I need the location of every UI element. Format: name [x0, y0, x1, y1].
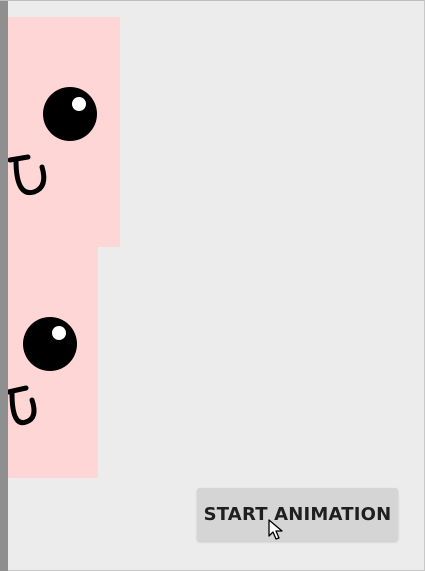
window-left-edge — [0, 1, 8, 571]
mouse-pointer-icon — [268, 519, 283, 540]
start-animation-button[interactable]: START ANIMATION — [197, 488, 398, 541]
face-tile-1 — [8, 17, 120, 247]
cartoon-face-icon — [8, 87, 97, 196]
app-screen: START ANIMATION — [0, 0, 425, 571]
face-tile-2 — [8, 247, 98, 478]
cartoon-face-icon — [8, 317, 77, 426]
